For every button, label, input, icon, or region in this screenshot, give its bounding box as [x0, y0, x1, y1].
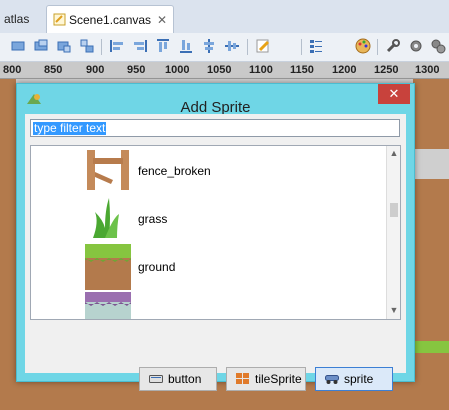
canvas-file-icon — [53, 13, 66, 26]
grass-icon — [93, 198, 119, 238]
editor-tab-bar: atlas Scene1.canvas ✕ — [0, 0, 449, 34]
tilesprite-type-button[interactable]: tileSprite — [226, 367, 306, 391]
gears-icon[interactable] — [430, 38, 446, 54]
align-bottom-icon[interactable] — [132, 38, 148, 54]
tab-scene1-canvas[interactable]: Scene1.canvas ✕ — [46, 5, 174, 33]
grass-tile — [413, 341, 449, 353]
sprite-type-label: sprite — [344, 372, 374, 386]
sprite-list[interactable]: fence_broken grass ground ▲ ▼ — [30, 145, 401, 320]
tab-atlas[interactable]: atlas — [0, 5, 50, 33]
button-type-label: button — [168, 372, 202, 386]
palette-icon[interactable] — [355, 38, 371, 54]
dialog-body: type filter text fence_broken grass grou… — [25, 114, 406, 391]
add-sprite-dialog: Add Sprite ✕ type filter text fence_brok… — [16, 83, 415, 391]
align-left-icon[interactable] — [10, 38, 26, 54]
item-label: ground — [138, 260, 176, 274]
list-scrollbar[interactable]: ▲ ▼ — [386, 146, 400, 319]
item-label: fence_broken — [138, 164, 211, 178]
fence-broken-icon — [87, 150, 129, 190]
ruler-tick: 1250 — [374, 64, 399, 76]
ruler-tick: 1150 — [290, 64, 314, 76]
toolbar — [0, 33, 449, 91]
button-type-button[interactable]: button — [139, 367, 217, 391]
tab-atlas-label: atlas — [4, 12, 30, 26]
dialog-close-button[interactable]: ✕ — [378, 84, 410, 104]
ruler-tick: 800 — [3, 64, 22, 76]
sprite-icon — [325, 375, 339, 384]
tilesprite-type-label: tileSprite — [255, 372, 302, 386]
item-label: grass — [138, 212, 168, 226]
ruler-tick: 850 — [44, 64, 63, 76]
align-center-v-icon[interactable] — [224, 38, 240, 54]
pencil-icon[interactable] — [255, 38, 271, 54]
tab-scene1-label: Scene1.canvas — [69, 13, 152, 27]
align-distribute-icon[interactable] — [201, 38, 217, 54]
scroll-up-icon[interactable]: ▲ — [389, 148, 399, 158]
list-item[interactable] — [83, 292, 373, 319]
filter-input[interactable]: type filter text — [30, 119, 400, 137]
ground-purple-icon — [85, 292, 131, 319]
ground-tile — [413, 353, 449, 410]
wrench-icon[interactable] — [385, 38, 401, 54]
button-icon — [149, 375, 163, 383]
ground-tile — [413, 79, 449, 149]
list-item[interactable]: grass — [83, 196, 373, 242]
scrollbar-thumb[interactable] — [390, 203, 398, 217]
toolbar-separator — [377, 39, 378, 55]
toolbar-separator — [301, 39, 302, 55]
gear-icon[interactable] — [408, 38, 424, 54]
align-right-icon[interactable] — [56, 38, 72, 54]
ruler-tick: 900 — [86, 64, 105, 76]
filter-input-text: type filter text — [33, 121, 107, 135]
align-h-icon[interactable] — [155, 38, 171, 54]
list-item[interactable]: ground — [83, 244, 373, 290]
ground-icon — [85, 244, 131, 290]
toolbar-separator — [101, 39, 102, 55]
scroll-down-icon[interactable]: ▼ — [389, 305, 399, 315]
ground-tile — [413, 179, 449, 349]
ruler-tick: 1050 — [207, 64, 232, 76]
horizontal-ruler: 800 850 900 950 1000 1050 1100 1150 1200… — [0, 62, 449, 79]
ruler-tick: 1300 — [415, 64, 440, 76]
toolbar-separator — [247, 39, 248, 55]
ruler-tick: 1000 — [165, 64, 190, 76]
align-top-icon[interactable] — [79, 38, 95, 54]
tilesprite-icon — [236, 373, 249, 384]
ground-tile — [0, 79, 16, 410]
align-v-icon[interactable] — [178, 38, 194, 54]
align-center-icon[interactable] — [33, 38, 49, 54]
ruler-tick: 1100 — [249, 64, 273, 76]
list-item[interactable]: fence_broken — [83, 148, 373, 194]
tab-close-icon[interactable]: ✕ — [157, 6, 167, 34]
ruler-tick: 950 — [127, 64, 146, 76]
properties-icon[interactable] — [308, 38, 324, 54]
align-middle-icon[interactable] — [109, 38, 125, 54]
sprite-type-button[interactable]: sprite — [315, 367, 393, 391]
ruler-tick: 1200 — [332, 64, 357, 76]
